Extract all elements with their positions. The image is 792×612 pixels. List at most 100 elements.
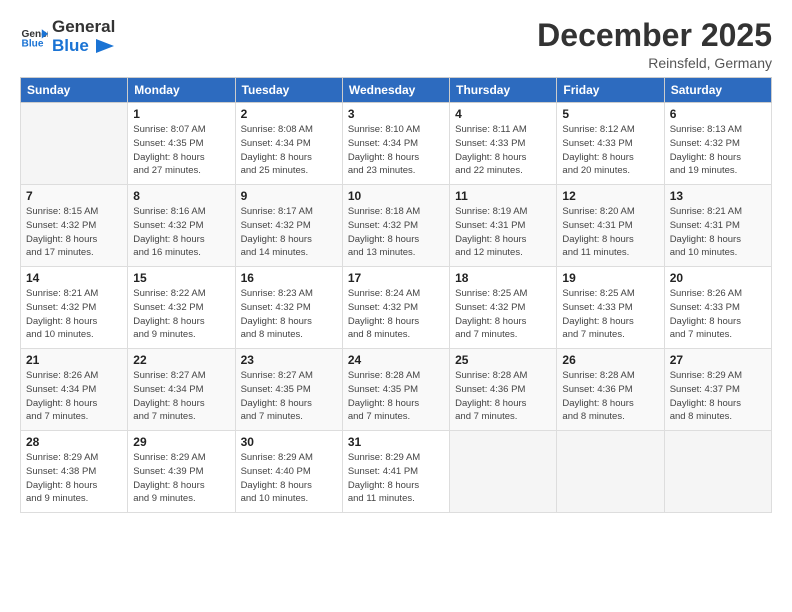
calendar-cell: 16 Sunrise: 8:23 AMSunset: 4:32 PMDayligh… xyxy=(235,267,342,349)
logo-general: General xyxy=(52,17,115,36)
calendar-cell: 14 Sunrise: 8:21 AMSunset: 4:32 PMDayligh… xyxy=(21,267,128,349)
calendar-cell: 23 Sunrise: 8:27 AMSunset: 4:35 PMDayligh… xyxy=(235,349,342,431)
calendar-cell: 13 Sunrise: 8:21 AMSunset: 4:31 PMDayligh… xyxy=(664,185,771,267)
day-number: 18 xyxy=(455,271,551,285)
day-number: 11 xyxy=(455,189,551,203)
day-info: Sunrise: 8:16 AMSunset: 4:32 PMDaylight:… xyxy=(133,205,229,260)
day-info: Sunrise: 8:29 AMSunset: 4:40 PMDaylight:… xyxy=(241,451,337,506)
calendar-cell xyxy=(21,103,128,185)
day-number: 6 xyxy=(670,107,766,121)
day-number: 25 xyxy=(455,353,551,367)
calendar-week-row-1: 7 Sunrise: 8:15 AMSunset: 4:32 PMDaylight… xyxy=(21,185,772,267)
day-info: Sunrise: 8:15 AMSunset: 4:32 PMDaylight:… xyxy=(26,205,122,260)
col-monday: Monday xyxy=(128,78,235,103)
day-number: 15 xyxy=(133,271,229,285)
day-number: 27 xyxy=(670,353,766,367)
day-info: Sunrise: 8:11 AMSunset: 4:33 PMDaylight:… xyxy=(455,123,551,178)
day-info: Sunrise: 8:29 AMSunset: 4:37 PMDaylight:… xyxy=(670,369,766,424)
day-info: Sunrise: 8:27 AMSunset: 4:34 PMDaylight:… xyxy=(133,369,229,424)
col-thursday: Thursday xyxy=(450,78,557,103)
calendar-cell: 10Sunrise: 8:18 AMSunset: 4:32 PMDayligh… xyxy=(342,185,449,267)
calendar-table: Sunday Monday Tuesday Wednesday Thursday… xyxy=(20,77,772,513)
calendar-cell: 31Sunrise: 8:29 AMSunset: 4:41 PMDayligh… xyxy=(342,431,449,513)
calendar-cell: 2 Sunrise: 8:08 AMSunset: 4:34 PMDaylight… xyxy=(235,103,342,185)
calendar-cell: 30 Sunrise: 8:29 AMSunset: 4:40 PMDayligh… xyxy=(235,431,342,513)
title-block: December 2025 Reinsfeld, Germany xyxy=(537,18,772,71)
calendar-cell: 26 Sunrise: 8:28 AMSunset: 4:36 PMDayligh… xyxy=(557,349,664,431)
day-info: Sunrise: 8:08 AMSunset: 4:34 PMDaylight:… xyxy=(241,123,337,178)
calendar-cell: 11 Sunrise: 8:19 AMSunset: 4:31 PMDayligh… xyxy=(450,185,557,267)
calendar-week-row-0: 1Sunrise: 8:07 AMSunset: 4:35 PMDaylight… xyxy=(21,103,772,185)
calendar-week-row-2: 14 Sunrise: 8:21 AMSunset: 4:32 PMDayligh… xyxy=(21,267,772,349)
day-info: Sunrise: 8:10 AMSunset: 4:34 PMDaylight:… xyxy=(348,123,444,178)
col-friday: Friday xyxy=(557,78,664,103)
calendar-cell: 15 Sunrise: 8:22 AMSunset: 4:32 PMDayligh… xyxy=(128,267,235,349)
day-number: 13 xyxy=(670,189,766,203)
calendar-cell: 29Sunrise: 8:29 AMSunset: 4:39 PMDayligh… xyxy=(128,431,235,513)
page: General Blue General Blue December 2025 … xyxy=(0,0,792,612)
calendar-cell: 22 Sunrise: 8:27 AMSunset: 4:34 PMDayligh… xyxy=(128,349,235,431)
logo-text: General Blue xyxy=(52,18,115,55)
header: General Blue General Blue December 2025 … xyxy=(20,18,772,71)
calendar-week-row-3: 21 Sunrise: 8:26 AMSunset: 4:34 PMDayligh… xyxy=(21,349,772,431)
day-number: 20 xyxy=(670,271,766,285)
calendar-cell: 17Sunrise: 8:24 AMSunset: 4:32 PMDayligh… xyxy=(342,267,449,349)
day-info: Sunrise: 8:19 AMSunset: 4:31 PMDaylight:… xyxy=(455,205,551,260)
day-info: Sunrise: 8:26 AMSunset: 4:34 PMDaylight:… xyxy=(26,369,122,424)
day-info: Sunrise: 8:13 AMSunset: 4:32 PMDaylight:… xyxy=(670,123,766,178)
day-info: Sunrise: 8:28 AMSunset: 4:35 PMDaylight:… xyxy=(348,369,444,424)
month-title: December 2025 xyxy=(537,18,772,53)
day-number: 23 xyxy=(241,353,337,367)
calendar-cell: 8Sunrise: 8:16 AMSunset: 4:32 PMDaylight… xyxy=(128,185,235,267)
day-number: 2 xyxy=(241,107,337,121)
col-saturday: Saturday xyxy=(664,78,771,103)
day-number: 21 xyxy=(26,353,122,367)
location-subtitle: Reinsfeld, Germany xyxy=(537,55,772,71)
day-info: Sunrise: 8:29 AMSunset: 4:39 PMDaylight:… xyxy=(133,451,229,506)
day-number: 5 xyxy=(562,107,658,121)
day-info: Sunrise: 8:17 AMSunset: 4:32 PMDaylight:… xyxy=(241,205,337,260)
calendar-cell: 25Sunrise: 8:28 AMSunset: 4:36 PMDayligh… xyxy=(450,349,557,431)
day-info: Sunrise: 8:25 AMSunset: 4:32 PMDaylight:… xyxy=(455,287,551,342)
day-info: Sunrise: 8:20 AMSunset: 4:31 PMDaylight:… xyxy=(562,205,658,260)
day-number: 28 xyxy=(26,435,122,449)
day-number: 1 xyxy=(133,107,229,121)
day-info: Sunrise: 8:23 AMSunset: 4:32 PMDaylight:… xyxy=(241,287,337,342)
day-number: 14 xyxy=(26,271,122,285)
calendar-cell: 3Sunrise: 8:10 AMSunset: 4:34 PMDaylight… xyxy=(342,103,449,185)
day-info: Sunrise: 8:27 AMSunset: 4:35 PMDaylight:… xyxy=(241,369,337,424)
day-number: 24 xyxy=(348,353,444,367)
calendar-cell xyxy=(664,431,771,513)
day-info: Sunrise: 8:12 AMSunset: 4:33 PMDaylight:… xyxy=(562,123,658,178)
day-number: 31 xyxy=(348,435,444,449)
day-number: 7 xyxy=(26,189,122,203)
day-number: 12 xyxy=(562,189,658,203)
calendar-cell: 7 Sunrise: 8:15 AMSunset: 4:32 PMDaylight… xyxy=(21,185,128,267)
calendar-cell: 4Sunrise: 8:11 AMSunset: 4:33 PMDaylight… xyxy=(450,103,557,185)
day-number: 22 xyxy=(133,353,229,367)
day-info: Sunrise: 8:25 AMSunset: 4:33 PMDaylight:… xyxy=(562,287,658,342)
calendar-cell: 28 Sunrise: 8:29 AMSunset: 4:38 PMDayligh… xyxy=(21,431,128,513)
calendar-cell: 27 Sunrise: 8:29 AMSunset: 4:37 PMDayligh… xyxy=(664,349,771,431)
calendar-week-row-4: 28 Sunrise: 8:29 AMSunset: 4:38 PMDayligh… xyxy=(21,431,772,513)
day-number: 16 xyxy=(241,271,337,285)
calendar-cell: 18 Sunrise: 8:25 AMSunset: 4:32 PMDayligh… xyxy=(450,267,557,349)
calendar-cell xyxy=(450,431,557,513)
day-info: Sunrise: 8:29 AMSunset: 4:38 PMDaylight:… xyxy=(26,451,122,506)
day-info: Sunrise: 8:28 AMSunset: 4:36 PMDaylight:… xyxy=(562,369,658,424)
day-info: Sunrise: 8:22 AMSunset: 4:32 PMDaylight:… xyxy=(133,287,229,342)
calendar-cell: 12 Sunrise: 8:20 AMSunset: 4:31 PMDayligh… xyxy=(557,185,664,267)
logo: General Blue General Blue xyxy=(20,18,115,55)
day-info: Sunrise: 8:21 AMSunset: 4:32 PMDaylight:… xyxy=(26,287,122,342)
calendar-cell: 5 Sunrise: 8:12 AMSunset: 4:33 PMDaylight… xyxy=(557,103,664,185)
day-number: 30 xyxy=(241,435,337,449)
svg-text:Blue: Blue xyxy=(22,38,44,49)
day-info: Sunrise: 8:21 AMSunset: 4:31 PMDaylight:… xyxy=(670,205,766,260)
calendar-cell: 20 Sunrise: 8:26 AMSunset: 4:33 PMDayligh… xyxy=(664,267,771,349)
day-info: Sunrise: 8:24 AMSunset: 4:32 PMDaylight:… xyxy=(348,287,444,342)
day-number: 19 xyxy=(562,271,658,285)
col-wednesday: Wednesday xyxy=(342,78,449,103)
day-info: Sunrise: 8:26 AMSunset: 4:33 PMDaylight:… xyxy=(670,287,766,342)
day-number: 26 xyxy=(562,353,658,367)
calendar-header-row: Sunday Monday Tuesday Wednesday Thursday… xyxy=(21,78,772,103)
